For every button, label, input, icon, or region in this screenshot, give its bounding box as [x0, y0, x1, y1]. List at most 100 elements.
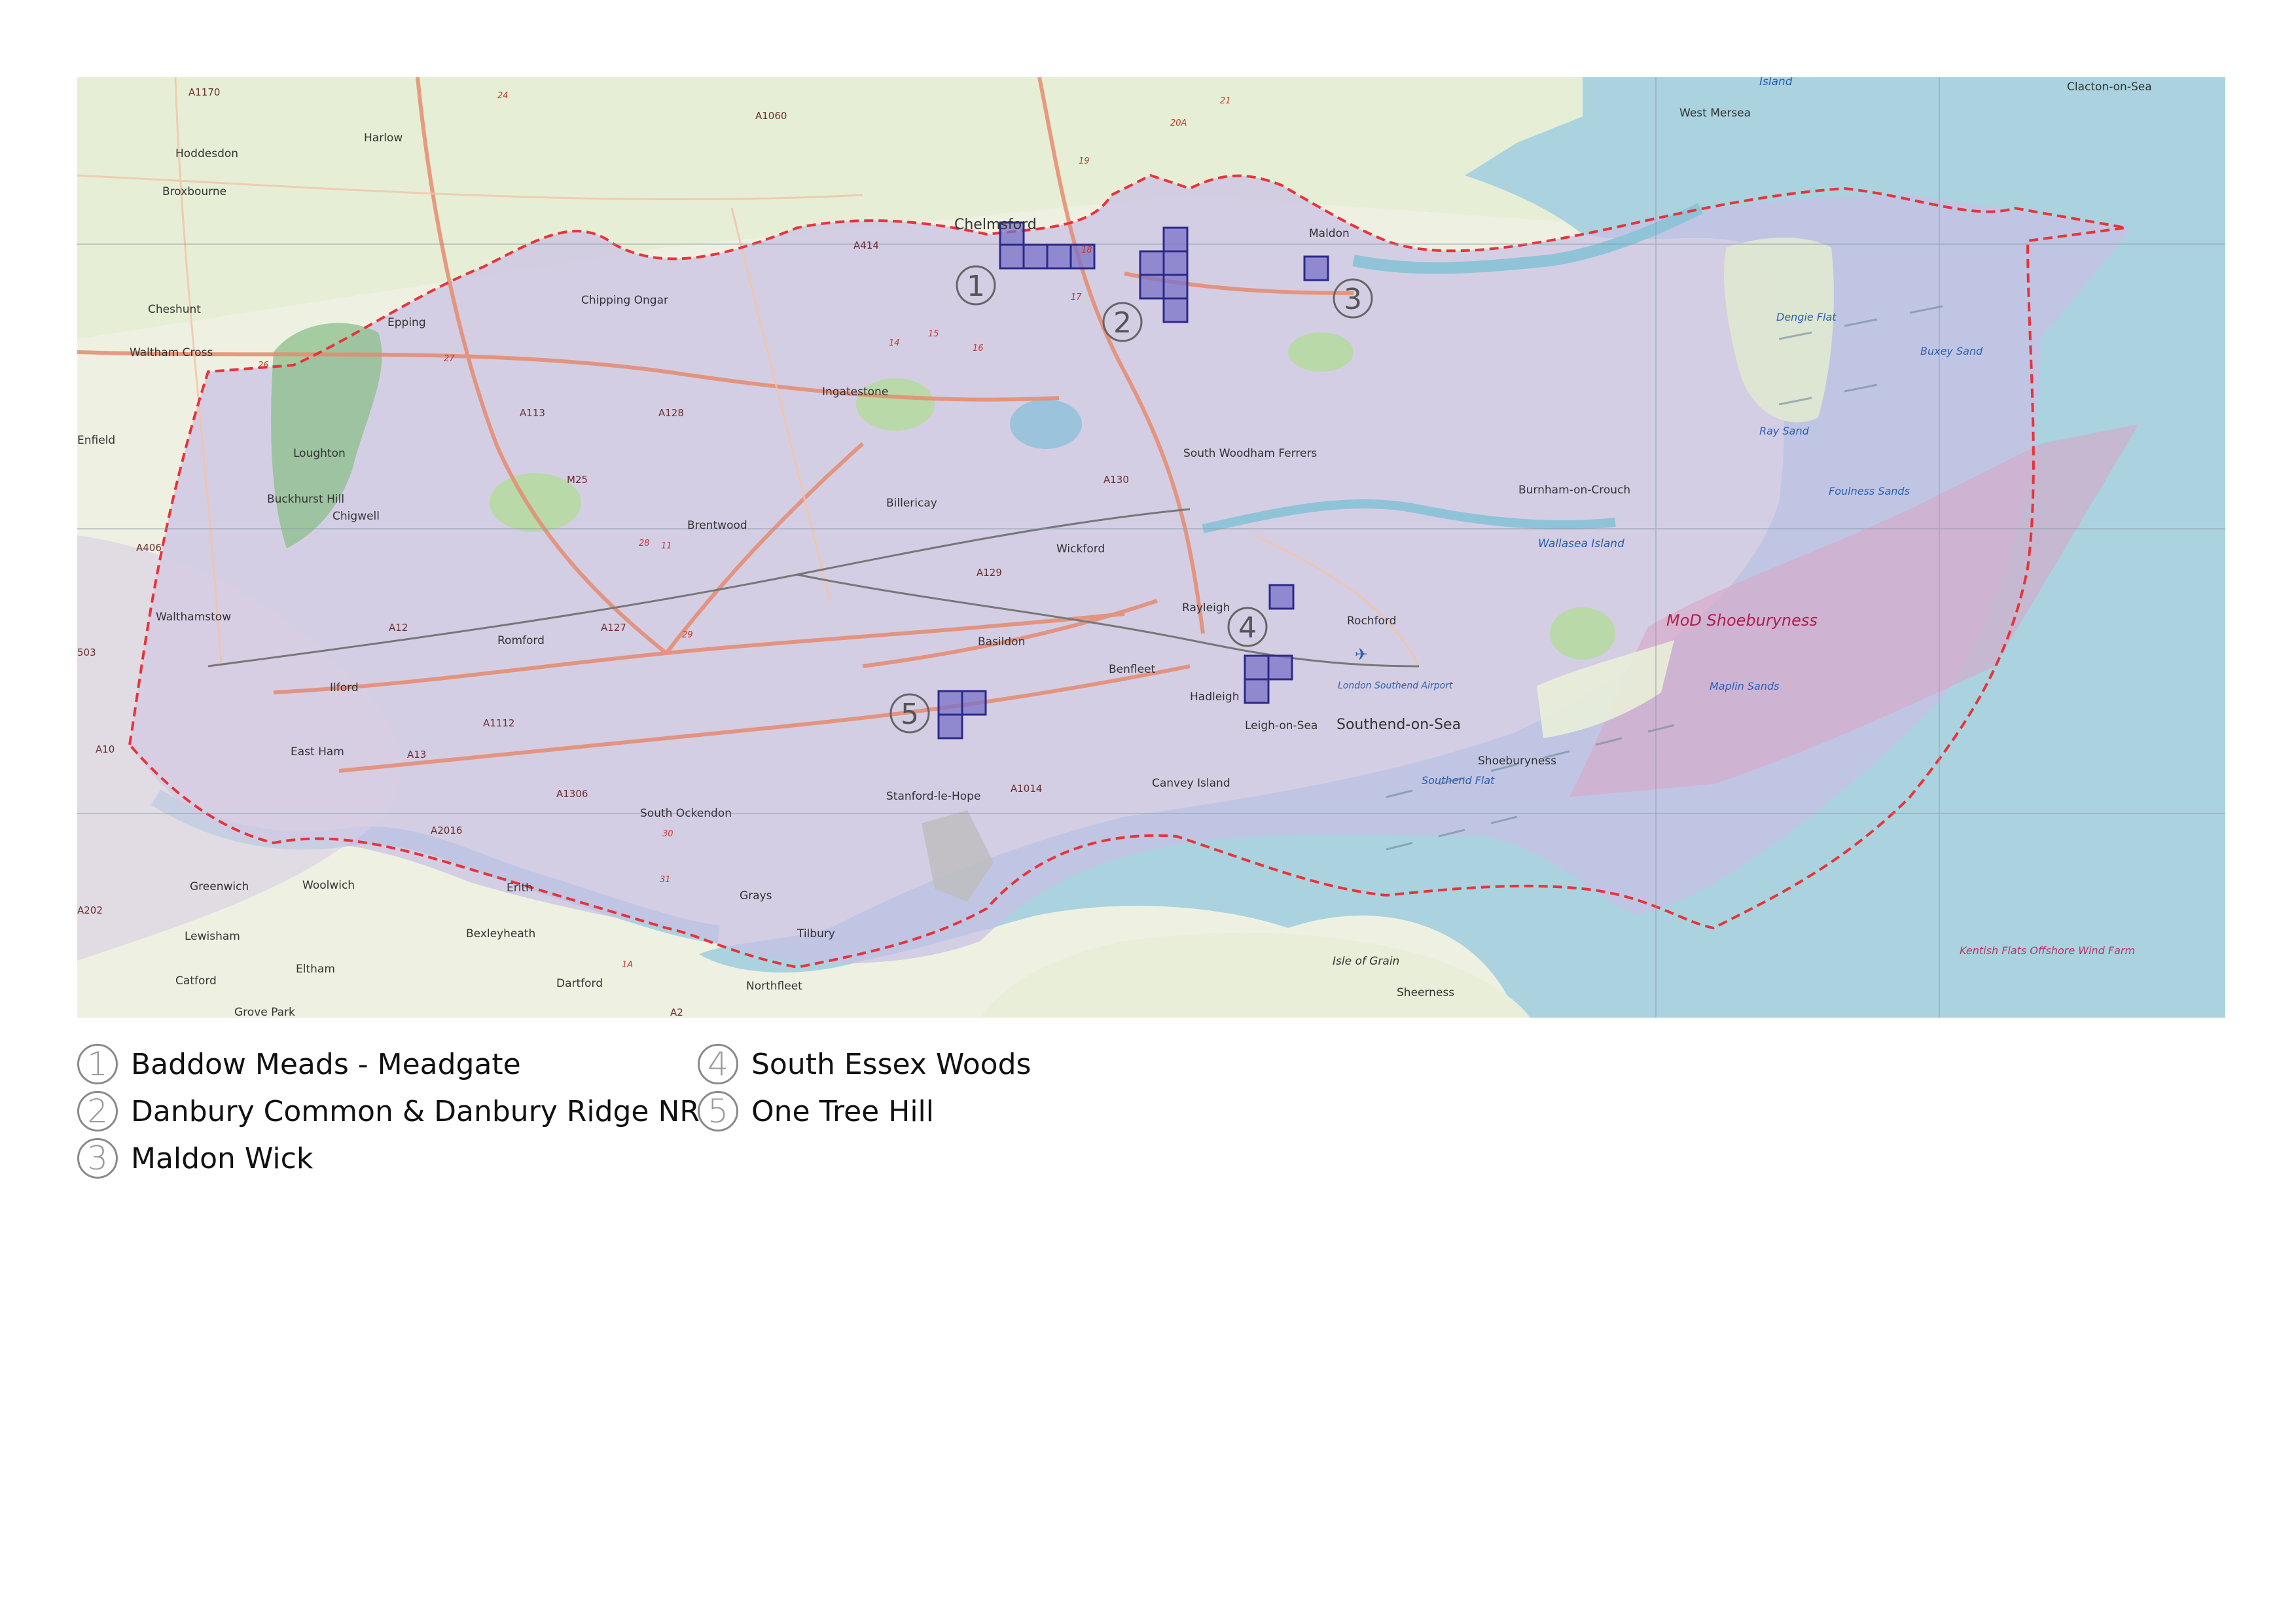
place-label: Loughton: [293, 447, 346, 460]
place-label: South Woodham Ferrers: [1183, 447, 1317, 460]
woodland-patch: [1288, 332, 1354, 372]
road-label: A127: [601, 622, 626, 633]
legend-label: Baddow Meads - Meadgate: [131, 1047, 521, 1081]
place-label: Chigwell: [332, 510, 380, 523]
place-label: Waltham Cross: [130, 346, 213, 359]
place-label: Rochford: [1347, 615, 1396, 628]
road-label: A128: [658, 407, 684, 419]
road-label: A10: [96, 743, 115, 755]
road-label: 503: [77, 647, 96, 658]
junction-label: 1A: [622, 960, 633, 970]
sea-label: Kentish Flats Offshore Wind Farm: [1960, 944, 2135, 957]
place-label: Maldon: [1309, 227, 1350, 240]
place-label: Buckhurst Hill: [267, 493, 344, 506]
place-label: Grays: [740, 889, 772, 902]
place-label: Dartford: [556, 977, 603, 990]
place-label: Basildon: [978, 635, 1025, 649]
place-label: Erith: [507, 882, 533, 895]
road-label: A202: [77, 904, 103, 916]
road-label: A1306: [556, 788, 588, 800]
legend-number-icon: 5: [698, 1091, 738, 1132]
legend-number-icon: 2: [77, 1091, 118, 1132]
junction-label: 19: [1079, 156, 1090, 166]
sea-label: Maplin Sands: [1710, 680, 1779, 692]
junction-label: 14: [889, 338, 900, 348]
road-label: A1170: [188, 86, 220, 98]
junction-label: 29: [682, 630, 693, 640]
legend-item: 4 South Essex Woods: [698, 1042, 1031, 1086]
junction-label: 18: [1081, 245, 1092, 255]
place-label: Burnham-on-Crouch: [1518, 484, 1630, 497]
legend-label: Danbury Common & Danbury Ridge NR: [131, 1094, 700, 1128]
legend-label: Maldon Wick: [131, 1141, 314, 1175]
legend-number-icon: 4: [698, 1044, 738, 1084]
junction-label: 20A: [1170, 118, 1187, 128]
place-label: Harlow: [364, 132, 403, 145]
junction-label: 21: [1220, 96, 1231, 106]
place-label: Chipping Ongar: [581, 294, 668, 307]
place-label: Shoeburyness: [1478, 755, 1556, 768]
junction-label: 15: [928, 329, 939, 339]
place-label: Tilbury: [797, 927, 835, 940]
road-label: A12: [389, 622, 408, 633]
woodland-patch: [1010, 399, 1082, 449]
road-label: A1060: [755, 110, 787, 122]
place-label: Bexleyheath: [466, 927, 535, 940]
place-label: Epping: [387, 316, 426, 329]
site-marker-3-label: 3: [1344, 283, 1362, 316]
road-label: A130: [1103, 474, 1129, 486]
map-canvas: 1 2 3 4 5 Harlow Hoddesdon Broxbourne Ch…: [77, 77, 2225, 1018]
place-label: Billericay: [886, 497, 937, 510]
sea-label: Buxey Sand: [1920, 345, 1983, 357]
place-label: Stanford-le-Hope: [886, 790, 980, 803]
place-label: Eltham: [296, 963, 335, 976]
junction-label: 17: [1071, 293, 1082, 302]
site-legend: 1 Baddow Meads - Meadgate 2 Danbury Comm…: [77, 1042, 1059, 1192]
site-marker-4-label: 4: [1238, 611, 1257, 645]
place-label: Walthamstow: [156, 611, 231, 624]
place-label: Ingatestone: [822, 385, 888, 399]
road-label: A406: [136, 542, 162, 554]
junction-label: 31: [660, 875, 671, 885]
place-label: Catford: [175, 974, 217, 988]
site-marker-1-label: 1: [967, 270, 985, 303]
place-label: Greenwich: [190, 880, 249, 893]
sea-label: Ray Sand: [1759, 425, 1810, 437]
road-label: A113: [520, 407, 545, 419]
sea-label: Dengie Flat: [1776, 311, 1837, 323]
mod-zone-label: MoD Shoeburyness: [1666, 611, 1818, 630]
place-label: Rayleigh: [1182, 601, 1230, 615]
site-marker-2-label: 2: [1113, 306, 1132, 340]
place-label: Clacton-on-Sea: [2067, 80, 2152, 94]
place-label: Hoddesdon: [175, 147, 238, 160]
legend-item: 1 Baddow Meads - Meadgate: [77, 1042, 521, 1086]
legend-label: One Tree Hill: [751, 1094, 934, 1128]
site-marker-5-label: 5: [901, 698, 919, 731]
place-label: Lewisham: [185, 930, 240, 943]
place-label: Leigh-on-Sea: [1245, 719, 1318, 732]
place-label: Isle of Grain: [1333, 955, 1399, 968]
place-label: Romford: [497, 634, 545, 647]
place-label: South Ockendon: [640, 807, 732, 820]
junction-label: 16: [973, 344, 984, 353]
road-label: M25: [567, 474, 588, 486]
junction-label: 27: [444, 354, 455, 364]
junction-label: 28: [639, 539, 650, 548]
place-label: Broxbourne: [162, 185, 226, 198]
woodland-patch: [1550, 607, 1615, 660]
place-label: Wallasea Island: [1538, 537, 1624, 550]
road-label: A2016: [431, 825, 462, 836]
place-label: East Ham: [291, 745, 344, 758]
road-label: A129: [977, 567, 1002, 579]
place-label: Canvey Island: [1152, 777, 1230, 790]
airport-icon: ✈: [1355, 645, 1368, 664]
sea-label: Southend Flat: [1422, 774, 1495, 787]
junction-label: 11: [661, 541, 672, 551]
road-label: A13: [407, 749, 426, 760]
legend-label: South Essex Woods: [751, 1047, 1031, 1081]
place-label: Southend-on-Sea: [1336, 717, 1461, 733]
place-label: Brentwood: [687, 519, 747, 532]
legend-number-icon: 1: [77, 1044, 118, 1084]
place-label: Sheerness: [1397, 986, 1454, 999]
place-label: London Southend Airport: [1338, 681, 1453, 691]
